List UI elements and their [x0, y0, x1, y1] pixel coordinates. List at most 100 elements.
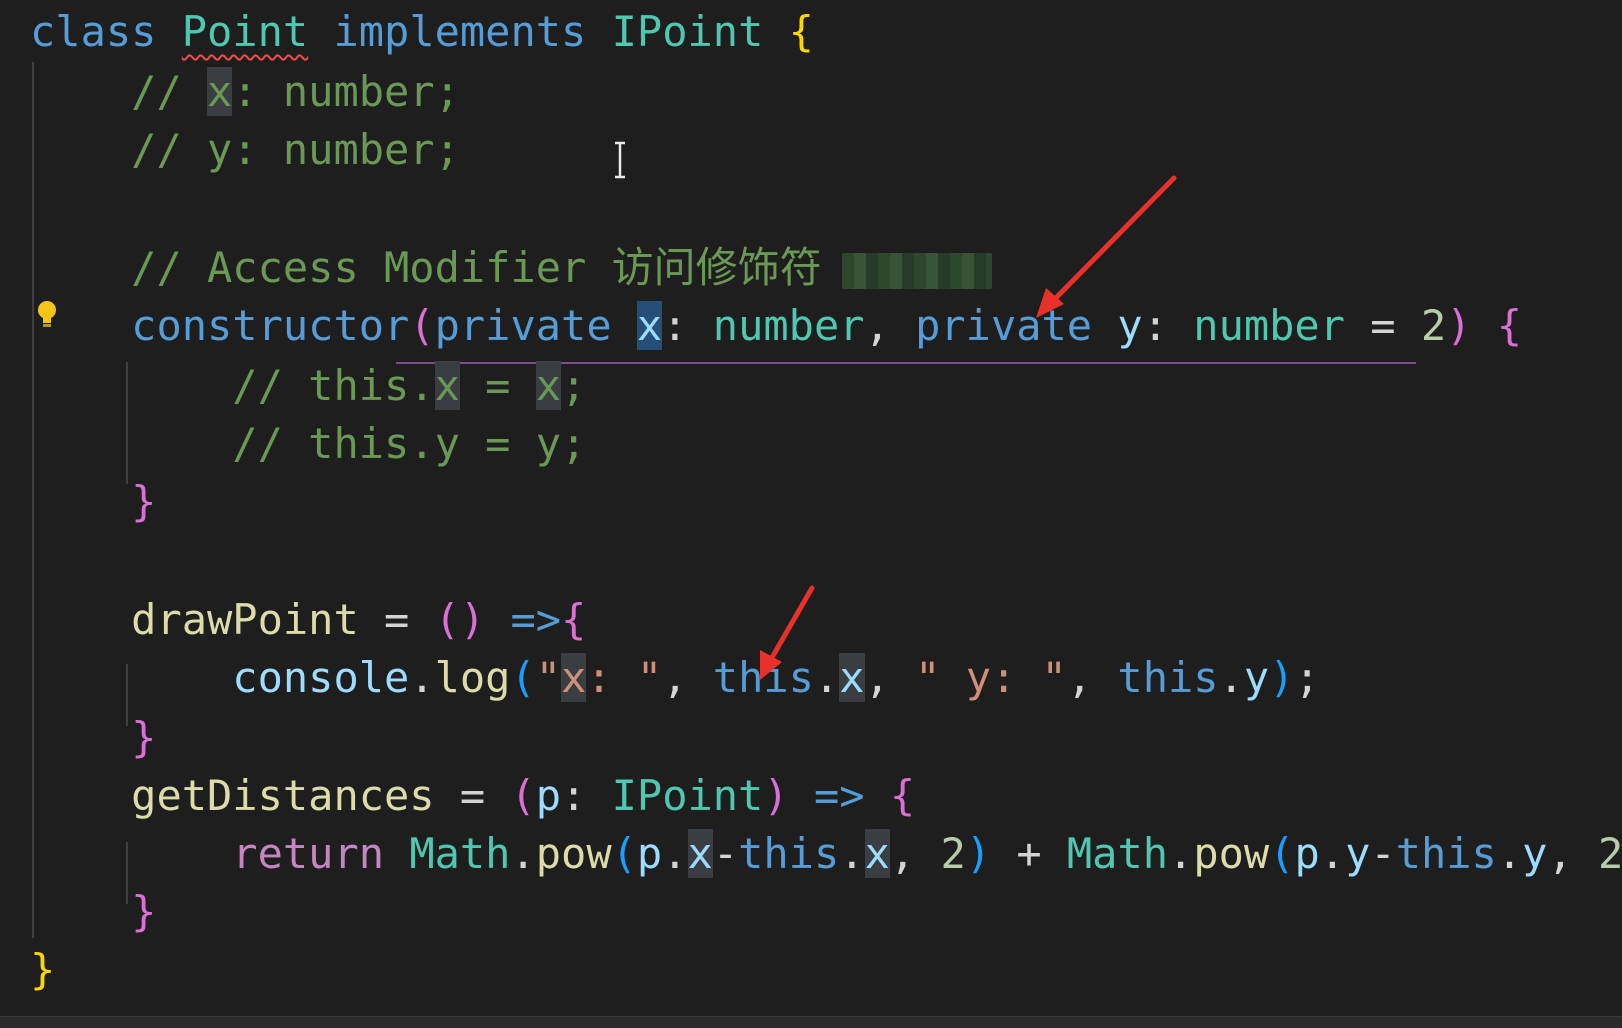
code-token: : number; [232, 67, 460, 116]
code-line[interactable]: getDistances = (p: IPoint) => { [30, 766, 915, 826]
code-token: this [1395, 829, 1497, 878]
code-line[interactable]: class Point implements IPoint { [30, 2, 814, 62]
code-token: y [1117, 301, 1143, 350]
code-token: x [561, 653, 587, 702]
lightbulb-icon[interactable] [36, 300, 58, 330]
code-token: { [561, 595, 587, 644]
code-token: y [1243, 653, 1270, 702]
code-token: 2 [1598, 829, 1622, 878]
code-token: . [1168, 829, 1194, 878]
code-editor[interactable]: class Point implements IPoint { // x: nu… [0, 0, 1622, 1028]
code-token: , [662, 653, 713, 702]
code-token: x [207, 67, 233, 116]
code-token: + [991, 829, 1067, 878]
code-token: // this. [232, 361, 435, 410]
text-cursor-icon [615, 141, 625, 179]
code-token: . [1218, 653, 1244, 702]
code-token: private [915, 301, 1093, 350]
code-line[interactable]: // this.y = y; [30, 414, 586, 474]
code-token: constructor [131, 301, 410, 350]
code-token: ( [409, 301, 435, 350]
code-token: " y: " [915, 653, 1067, 702]
code-token: } [30, 945, 56, 994]
code-token: . [1319, 829, 1346, 878]
code-token: . [813, 653, 840, 702]
code-token: x [687, 829, 713, 878]
code-token: number [1193, 301, 1345, 350]
code-token: IPoint [611, 771, 764, 820]
code-token: // [131, 67, 208, 116]
code-token: . [1496, 829, 1523, 878]
code-token: } [131, 477, 157, 526]
code-token: , [1547, 829, 1599, 878]
code-line[interactable]: // Access Modifier 访问修饰符 [30, 238, 992, 298]
code-line[interactable]: // y: number; [30, 120, 460, 180]
code-token: Math [409, 829, 511, 878]
code-token: . [409, 653, 435, 702]
code-token: , [1066, 653, 1118, 702]
code-line[interactable]: } [30, 708, 156, 768]
code-token: 2 [1420, 301, 1447, 350]
code-token: ) [1446, 301, 1472, 350]
code-token: ( [1269, 829, 1295, 878]
code-line[interactable]: return Math.pow(p.x-this.x, 2) + Math.po… [30, 824, 1622, 884]
code-token: x [535, 361, 562, 410]
code-token: pow [535, 829, 612, 878]
code-token: : [1142, 301, 1194, 350]
code-token: } [131, 713, 157, 762]
code-token: drawPoint [131, 595, 359, 644]
code-token: - [1370, 829, 1396, 878]
code-line[interactable]: drawPoint = () =>{ [30, 590, 586, 650]
code-token: . [510, 829, 536, 878]
code-token: ) [1269, 653, 1295, 702]
code-token: return [232, 829, 385, 878]
code-line[interactable]: } [30, 882, 156, 942]
code-token: Math [1066, 829, 1169, 878]
blurred-region [841, 252, 992, 289]
code-token: // y: number; [131, 125, 460, 174]
code-token: , [864, 653, 916, 702]
code-token: Point [181, 7, 309, 56]
code-line[interactable]: // x: number; [30, 62, 460, 122]
code-line[interactable]: constructor(private x: number, private y… [30, 296, 1522, 356]
code-token: " [535, 653, 562, 702]
code-token: , [864, 301, 916, 350]
code-token: => [510, 595, 562, 644]
code-token: { [788, 7, 814, 56]
code-token: this [712, 653, 814, 702]
code-token: { [1496, 301, 1523, 350]
code-token: private [434, 301, 612, 350]
code-token: p [636, 829, 663, 878]
code-token: ( [510, 653, 536, 702]
code-token: x [434, 361, 460, 410]
code-token: number [712, 301, 865, 350]
code-line[interactable]: } [30, 472, 156, 532]
code-line[interactable]: } [30, 940, 55, 1000]
code-token: this [738, 829, 840, 878]
code-token: x [636, 301, 663, 350]
code-token: 2 [940, 829, 966, 878]
code-token: x [864, 829, 890, 878]
code-token: ( [510, 771, 536, 820]
code-line[interactable]: // this.x = x; [30, 356, 586, 416]
code-line[interactable]: console.log("x: ", this.x, " y: ", this.… [30, 648, 1320, 708]
code-token: y [1345, 829, 1371, 878]
code-token: = [434, 771, 511, 820]
code-token: () [434, 595, 486, 644]
